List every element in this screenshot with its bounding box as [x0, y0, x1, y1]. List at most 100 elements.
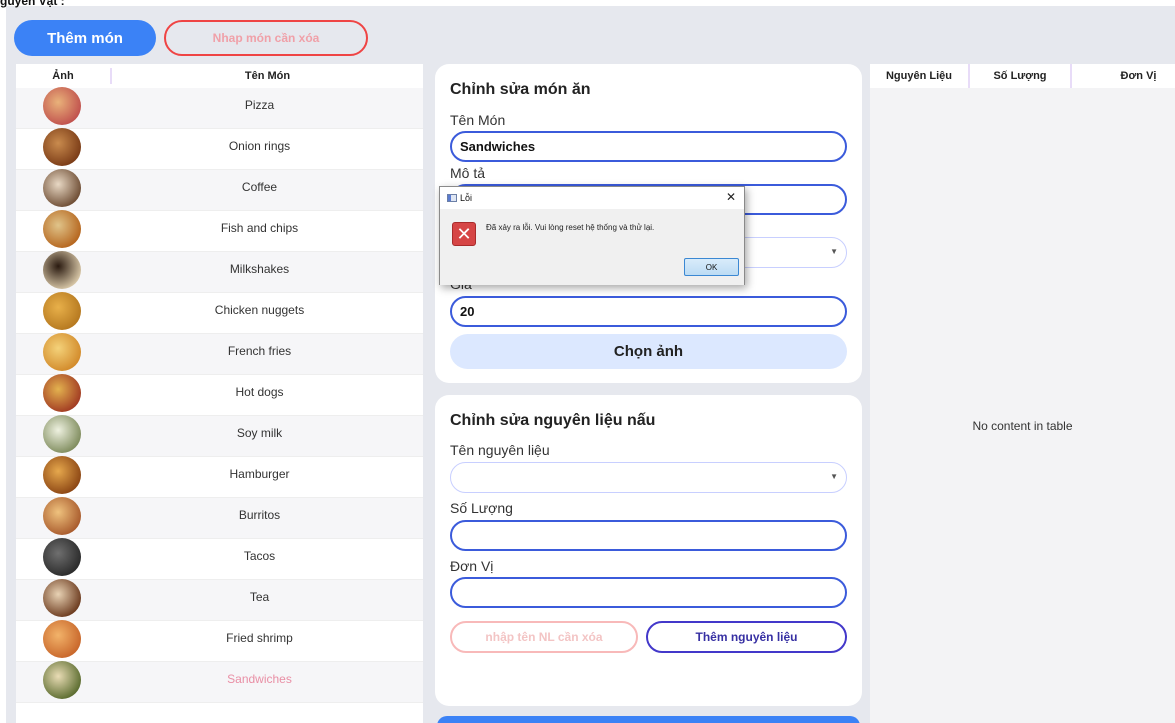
ingredient-name-label: Tên nguyên liệu: [450, 442, 550, 458]
burritos-image: [43, 497, 81, 535]
delete-dish-input[interactable]: Nhap món cần xóa: [164, 20, 368, 56]
dish-description-label: Mô tả: [450, 165, 486, 181]
table-row[interactable]: Hamburger: [16, 456, 423, 498]
table-row[interactable]: Coffee: [16, 169, 423, 211]
column-header-quantity[interactable]: Số Lượng: [970, 64, 1072, 88]
unit-label: Đơn Vị: [450, 558, 494, 574]
add-dish-button[interactable]: Thêm món: [14, 20, 156, 56]
dish-name-cell: Burritos: [238, 508, 281, 522]
dish-name-cell: Pizza: [244, 98, 275, 112]
dish-name-cell: Hamburger: [229, 467, 290, 481]
table-row[interactable]: Tea: [16, 579, 423, 621]
table-row[interactable]: Sandwiches: [16, 661, 423, 703]
table-row[interactable]: Soy milk: [16, 415, 423, 457]
dialog-title: Lỗi: [460, 193, 473, 203]
dish-thumbnail-cell: [16, 497, 112, 535]
table-row[interactable]: Onion rings: [16, 128, 423, 170]
dish-name-cell: Coffee: [241, 180, 278, 194]
ingredient-table-header: Nguyên Liệu Số Lượng Đơn Vị: [870, 64, 1175, 88]
edit-ingredient-panel: Chỉnh sửa nguyên liệu nấu Tên nguyên liệ…: [435, 395, 862, 706]
dish-name-cell: French fries: [227, 344, 292, 358]
dish-thumbnail-cell: [16, 292, 112, 330]
dish-name-cell: Tacos: [243, 549, 276, 563]
dialog-titlebar[interactable]: Lỗi ✕: [440, 187, 744, 209]
dish-name-cell: Fried shrimp: [226, 631, 293, 645]
dish-thumbnail-cell: [16, 128, 112, 166]
dish-thumbnail-cell: [16, 87, 112, 125]
add-ingredient-button[interactable]: Thêm nguyên liệu: [646, 621, 847, 653]
delete-ingredient-input[interactable]: nhập tên NL cần xóa: [450, 621, 638, 653]
sandwiches-image: [43, 661, 81, 699]
dish-name-cell: Soy milk: [236, 426, 283, 440]
ok-button[interactable]: OK: [684, 258, 739, 276]
dialog-message: Đã xảy ra lỗi. Vui lòng reset hệ thống v…: [486, 223, 655, 232]
dish-thumbnail-cell: [16, 661, 112, 699]
column-header-image[interactable]: Ảnh: [16, 68, 112, 84]
dish-thumbnail-cell: [16, 415, 112, 453]
soy-milk-image: [43, 415, 81, 453]
ingredient-table[interactable]: Nguyên Liệu Số Lượng Đơn Vị No content i…: [870, 64, 1175, 723]
chicken-nuggets-image: [43, 292, 81, 330]
dish-thumbnail-cell: [16, 210, 112, 248]
french-fries-image: [43, 333, 81, 371]
save-button[interactable]: [437, 716, 860, 723]
chevron-down-icon: ▼: [830, 247, 838, 256]
tea-image: [43, 579, 81, 617]
tacos-image: [43, 538, 81, 576]
quantity-input[interactable]: [450, 520, 847, 551]
dish-thumbnail-cell: [16, 620, 112, 658]
window-icon: [447, 194, 457, 202]
window-title-fragment: guyên Vật :: [0, 0, 65, 8]
table-row[interactable]: Hot dogs: [16, 374, 423, 416]
dish-name-cell: Fish and chips: [220, 221, 299, 235]
unit-input[interactable]: [450, 577, 847, 608]
dish-name-input[interactable]: Sandwiches: [450, 131, 847, 162]
table-row[interactable]: Tacos: [16, 538, 423, 580]
onion-rings-image: [43, 128, 81, 166]
dish-thumbnail-cell: [16, 333, 112, 371]
ingredient-name-select[interactable]: ▼: [450, 462, 847, 493]
quantity-label: Số Lượng: [450, 500, 513, 516]
coffee-image: [43, 169, 81, 207]
milkshakes-image: [43, 251, 81, 289]
dish-name-cell: Hot dogs: [235, 385, 284, 399]
choose-image-button[interactable]: Chọn ảnh: [450, 334, 847, 369]
fried-shrimp-image: [43, 620, 81, 658]
chevron-down-icon: ▼: [830, 472, 838, 481]
dish-thumbnail-cell: [16, 169, 112, 207]
dish-price-input[interactable]: 20: [450, 296, 847, 327]
dish-name-cell: Milkshakes: [229, 262, 290, 276]
dish-name-label: Tên Món: [450, 112, 506, 128]
empty-table-message: No content in table: [972, 419, 1073, 433]
table-row[interactable]: Burritos: [16, 497, 423, 539]
hot-dogs-image: [43, 374, 81, 412]
table-row[interactable]: Fish and chips: [16, 210, 423, 252]
column-header-name[interactable]: Tên Món: [112, 70, 423, 82]
table-row[interactable]: Chicken nuggets: [16, 292, 423, 334]
dish-name-cell: Sandwiches: [227, 672, 292, 686]
dish-name-cell: Chicken nuggets: [214, 303, 305, 317]
hamburger-image: [43, 456, 81, 494]
table-row[interactable]: Fried shrimp: [16, 620, 423, 662]
dish-name-cell: Tea: [249, 590, 270, 604]
dish-name-cell: Onion rings: [228, 139, 291, 153]
dish-thumbnail-cell: [16, 251, 112, 289]
close-icon[interactable]: ✕: [726, 190, 736, 204]
dish-thumbnail-cell: [16, 538, 112, 576]
table-row[interactable]: Milkshakes: [16, 251, 423, 293]
dish-table-header: Ảnh Tên Món: [16, 64, 423, 88]
table-row[interactable]: French fries: [16, 333, 423, 375]
column-header-ingredient[interactable]: Nguyên Liệu: [870, 64, 970, 88]
error-dialog: Lỗi ✕ ✕ Đã xảy ra lỗi. Vui lòng reset hệ…: [439, 186, 745, 285]
dish-table-body: Pizza Onion rings Coffee Fish and chips Milk…: [16, 87, 423, 703]
fish-and-chips-image: [43, 210, 81, 248]
pizza-image: [43, 87, 81, 125]
dish-thumbnail-cell: [16, 374, 112, 412]
column-header-unit[interactable]: Đơn Vị: [1072, 64, 1175, 88]
dish-thumbnail-cell: [16, 456, 112, 494]
table-row[interactable]: Pizza: [16, 87, 423, 129]
dialog-body: ✕ Đã xảy ra lỗi. Vui lòng reset hệ thống…: [440, 209, 744, 285]
dish-thumbnail-cell: [16, 579, 112, 617]
edit-ingredient-title: Chỉnh sửa nguyên liệu nấu: [450, 412, 656, 429]
dish-table[interactable]: Ảnh Tên Món Pizza Onion rings Coffee Fish a…: [16, 64, 423, 723]
